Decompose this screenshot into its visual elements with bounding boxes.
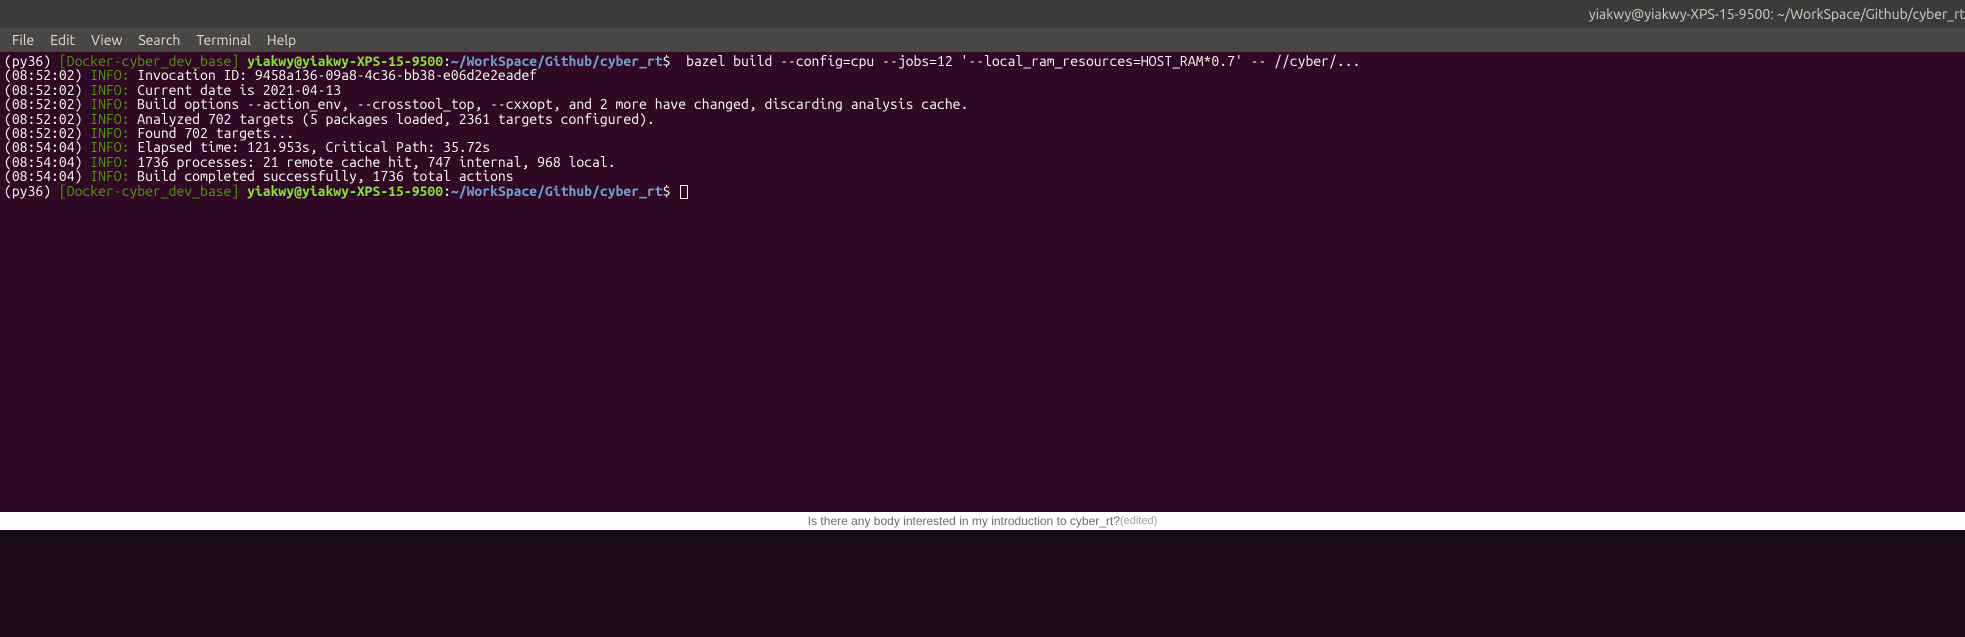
menu-help[interactable]: Help bbox=[259, 30, 304, 50]
menu-edit[interactable]: Edit bbox=[42, 30, 83, 50]
cwd-path: ~/WorkSpace/Github/cyber_rt bbox=[451, 183, 663, 199]
bottom-text: Is there any body interested in my intro… bbox=[808, 514, 1120, 528]
docker-indicator: [Docker-cyber_dev_base] bbox=[59, 183, 239, 199]
menu-bar: File Edit View Search Terminal Help bbox=[0, 28, 1965, 52]
menu-file[interactable]: File bbox=[4, 30, 42, 50]
venv-indicator: (py36) bbox=[4, 183, 51, 199]
cursor-icon bbox=[680, 185, 688, 199]
menu-view[interactable]: View bbox=[83, 30, 130, 50]
window-title: yiakwy@yiakwy-XPS-15-9500: ~/WorkSpace/G… bbox=[1589, 6, 1965, 22]
prompt-dollar: $ bbox=[663, 183, 671, 199]
window-title-bar: yiakwy@yiakwy-XPS-15-9500: ~/WorkSpace/G… bbox=[0, 0, 1965, 28]
bottom-edited: (edited) bbox=[1120, 515, 1157, 527]
menu-search[interactable]: Search bbox=[130, 30, 188, 50]
menu-terminal[interactable]: Terminal bbox=[188, 30, 259, 50]
terminal-window: yiakwy@yiakwy-XPS-15-9500: ~/WorkSpace/G… bbox=[0, 0, 1965, 512]
terminal-output[interactable]: (py36) [Docker-cyber_dev_base] yiakwy@yi… bbox=[0, 52, 1965, 512]
user-host: yiakwy@yiakwy-XPS-15-9500 bbox=[247, 183, 443, 199]
colon: : bbox=[443, 183, 451, 199]
command: bazel build --config=cpu --jobs=12 '--lo… bbox=[670, 53, 1360, 69]
bottom-strip: Is there any body interested in my intro… bbox=[0, 512, 1965, 530]
